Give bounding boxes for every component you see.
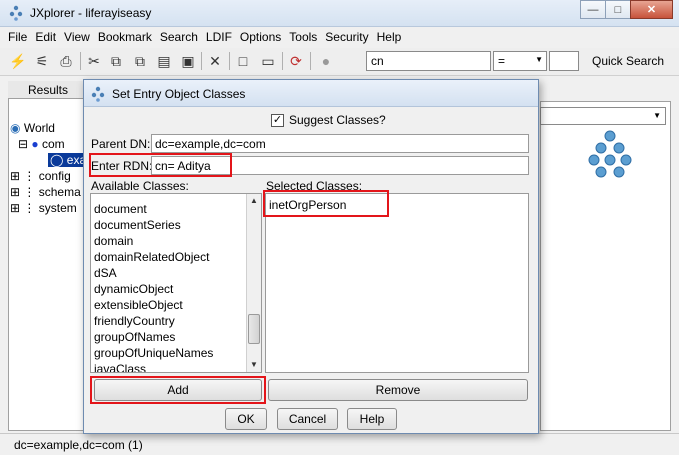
- delete-icon[interactable]: ✕: [205, 51, 225, 71]
- entry-editor-panel: [540, 101, 671, 431]
- globe-icon: ◉: [10, 121, 21, 135]
- ok-button[interactable]: OK: [225, 408, 267, 430]
- tree-node-example[interactable]: ◯ exa: [10, 152, 86, 168]
- chevron-down-icon: ▼: [653, 111, 661, 120]
- selected-classes-list[interactable]: inetOrgPerson: [265, 193, 529, 373]
- tree-node-schema-label: schema: [38, 185, 81, 199]
- disconnect-icon[interactable]: ⚟: [32, 51, 52, 71]
- list-item[interactable]: dSA: [91, 265, 261, 281]
- cancel-button[interactable]: Cancel: [277, 408, 338, 430]
- suggest-classes-label: Suggest Classes?: [289, 113, 386, 127]
- selected-class-highlight-box: [263, 190, 389, 217]
- suggest-classes-checkbox[interactable]: ✓: [271, 113, 284, 127]
- paste-icon[interactable]: ▤: [154, 51, 174, 71]
- list-item[interactable]: friendlyCountry: [91, 313, 261, 329]
- dialog-titlebar: Set Entry Object Classes: [84, 80, 538, 107]
- list-item[interactable]: groupOfNames: [91, 329, 261, 345]
- menu-view[interactable]: View: [64, 30, 90, 44]
- tree-node-config-label: config: [38, 169, 71, 183]
- minimize-button[interactable]: —: [580, 0, 606, 19]
- quick-search-button[interactable]: Quick Search: [592, 54, 664, 68]
- tab-results[interactable]: Results: [8, 81, 86, 99]
- maximize-button[interactable]: □: [605, 0, 631, 19]
- close-window-button[interactable]: ✕: [630, 0, 673, 19]
- dialog-title: Set Entry Object Classes: [112, 87, 246, 101]
- search-operator-select[interactable]: = ▼: [493, 51, 547, 71]
- list-item[interactable]: javaClass: [91, 361, 261, 372]
- available-classes-label: Available Classes:: [91, 179, 189, 193]
- scroll-up-icon[interactable]: ▲: [247, 194, 261, 208]
- window-title: JXplorer - liferayiseasy: [30, 6, 152, 20]
- scroll-down-icon[interactable]: ▼: [247, 358, 261, 372]
- help-button[interactable]: Help: [347, 408, 397, 430]
- list-item[interactable]: domain: [91, 233, 261, 249]
- menu-edit[interactable]: Edit: [35, 30, 56, 44]
- menu-ldif[interactable]: LDIF: [206, 30, 232, 44]
- tree-node-com-label: com: [41, 137, 65, 151]
- copy-dn-icon[interactable]: ⧉: [130, 51, 150, 71]
- tab-results-label: Results: [28, 83, 69, 97]
- available-classes-list[interactable]: document documentSeries domain domainRel…: [90, 193, 262, 373]
- directory-tree: ◉ World ⊟ ● com ◯ exa ⊞ ⋮ config ⊞ ⋮ sch…: [10, 120, 86, 216]
- list-item[interactable]: documentSeries: [91, 217, 261, 233]
- tree-node-system[interactable]: ⊞ ⋮ system: [10, 200, 86, 216]
- tree-node-world-label: World: [23, 121, 55, 135]
- stop-icon[interactable]: ●: [316, 51, 336, 71]
- tree-node-config[interactable]: ⊞ ⋮ config: [10, 168, 86, 184]
- print-icon[interactable]: ⎙: [56, 51, 76, 71]
- tree-node-system-label: system: [38, 201, 77, 215]
- suggest-classes-option[interactable]: ✓ Suggest Classes?: [271, 113, 386, 127]
- chevron-down-icon: ▼: [535, 55, 543, 64]
- menu-help[interactable]: Help: [377, 30, 402, 44]
- list-item[interactable]: groupOfUniqueNames: [91, 345, 261, 361]
- dialog-app-icon: [91, 86, 105, 102]
- tree-node-schema[interactable]: ⊞ ⋮ schema: [10, 184, 86, 200]
- jxplorer-app-icon: [9, 5, 23, 21]
- tree-node-example-selected: ◯ exa: [48, 153, 86, 167]
- window-titlebar: JXplorer - liferayiseasy — □ ✕: [0, 0, 679, 27]
- paste-alias-icon[interactable]: ▣: [178, 51, 198, 71]
- node-dot-icon: ●: [31, 137, 39, 151]
- cut-icon[interactable]: ✂: [84, 51, 104, 71]
- list-item[interactable]: dynamicObject: [91, 281, 261, 297]
- scroll-thumb[interactable]: [248, 314, 260, 344]
- menu-tools[interactable]: Tools: [289, 30, 317, 44]
- remove-button[interactable]: Remove: [268, 379, 528, 401]
- search-value-input[interactable]: [549, 51, 579, 71]
- search-attribute-input[interactable]: cn: [366, 51, 491, 71]
- list-item[interactable]: document: [91, 201, 261, 217]
- menu-search[interactable]: Search: [160, 30, 198, 44]
- menu-file[interactable]: File: [8, 30, 27, 44]
- menu-security[interactable]: Security: [325, 30, 368, 44]
- copy-icon[interactable]: ⧉: [106, 51, 126, 71]
- set-object-classes-dialog: Set Entry Object Classes ✓ Suggest Class…: [83, 79, 539, 434]
- rename-icon[interactable]: ▭: [258, 51, 278, 71]
- menu-bookmark[interactable]: Bookmark: [98, 30, 152, 44]
- list-item[interactable]: domainRelatedObject: [91, 249, 261, 265]
- jxplorer-logo-icon: [588, 130, 632, 178]
- parent-dn-field[interactable]: dc=example,dc=com: [151, 134, 529, 153]
- connect-icon[interactable]: ⚡: [8, 51, 28, 71]
- right-panel-select[interactable]: ▼: [540, 107, 666, 125]
- list-item[interactable]: extensibleObject: [91, 297, 261, 313]
- search-operator-value: =: [498, 54, 506, 68]
- parent-dn-label: Parent DN:: [91, 137, 151, 151]
- tree-node-com[interactable]: ⊟ ● com: [10, 136, 86, 152]
- tree-node-world[interactable]: ◉ World: [10, 120, 86, 136]
- rdn-highlight-box: [89, 153, 232, 177]
- refresh-icon[interactable]: ⟳: [286, 51, 306, 71]
- new-entry-icon[interactable]: □: [233, 51, 253, 71]
- menu-options[interactable]: Options: [240, 30, 281, 44]
- available-classes-scrollbar[interactable]: ▲ ▼: [246, 194, 261, 372]
- add-highlight-box: [90, 376, 266, 404]
- menu-bar: File Edit View Bookmark Search LDIF Opti…: [0, 27, 679, 47]
- status-bar: dc=example,dc=com (1): [0, 433, 679, 455]
